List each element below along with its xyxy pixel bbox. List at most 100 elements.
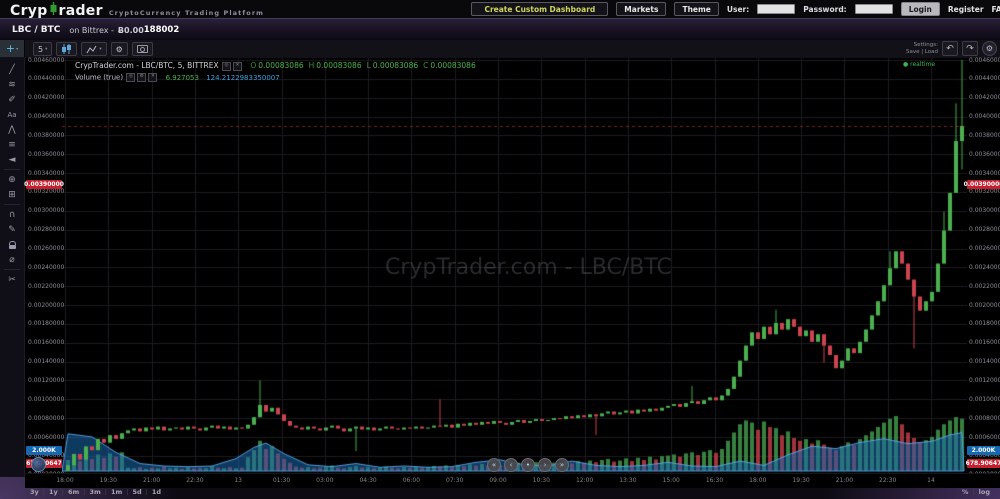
login-button[interactable]: Login	[901, 2, 940, 16]
separator: |	[146, 488, 148, 496]
separator: |	[126, 488, 128, 496]
camera-icon	[137, 45, 148, 53]
volume-value-blue: 124.2122983350007	[206, 74, 279, 82]
volume-scale-badge-right: 2.000K	[967, 446, 1000, 455]
channel-tool[interactable]: ≋	[0, 77, 24, 92]
cryptrader-logo-watermark	[31, 457, 46, 472]
time-tick: 14	[927, 477, 935, 484]
preset-3m[interactable]: 3m	[89, 488, 100, 496]
chart-nav-buttons: «‹•›»	[487, 458, 569, 472]
markets-button[interactable]: Markets	[616, 2, 666, 16]
cryptrader-logo[interactable]: Cryp rader CryptoCurrency Trading Platfo…	[10, 0, 264, 19]
toolbar-divider	[4, 269, 20, 270]
undo-button[interactable]: ↶	[942, 41, 958, 56]
preset-1d[interactable]: 1d	[152, 488, 161, 496]
chart-nav-button[interactable]: «	[487, 458, 501, 472]
zoom-in-tool[interactable]: ⊕	[0, 172, 24, 187]
arrow-marks-tool[interactable]: ◄	[0, 152, 24, 167]
time-tick: 18:00	[749, 477, 766, 484]
bottom-bar: 3y|1y|6m|3m|1m|5d|1d %|log	[0, 487, 1000, 499]
preset-3y[interactable]: 3y	[30, 488, 39, 496]
legend-title-row: CrypTrader.com - LBC/BTC, 5, BITTREX ◎✕ …	[75, 61, 476, 71]
price-tick: 0.00060000	[28, 434, 64, 441]
price-tick: 0.00080000	[28, 415, 64, 422]
scale-mode-log[interactable]: log	[979, 488, 990, 496]
line-style-dropdown[interactable]: ▾	[81, 42, 106, 56]
register-link[interactable]: Register	[948, 5, 984, 14]
top-header: Cryp rader CryptoCurrency Trading Platfo…	[0, 0, 1000, 19]
crosshair-tool-button[interactable]: +▾	[0, 40, 25, 57]
volume-legend-button[interactable]: ◎	[126, 73, 135, 82]
pattern-tool[interactable]: ⋀	[0, 122, 24, 137]
legend-title: CrypTrader.com - LBC/BTC, 5, BITTREX	[75, 61, 219, 70]
trend-line-tool[interactable]: ╱	[0, 62, 24, 77]
preset-6m[interactable]: 6m	[68, 488, 79, 496]
chart-nav-button[interactable]: ‹	[504, 458, 518, 472]
settings-save-load[interactable]: Settings: Save | Load	[906, 42, 938, 56]
user-input[interactable]	[757, 4, 795, 14]
price-tick: 0.00360000	[28, 151, 64, 158]
preset-1m[interactable]: 1m	[111, 488, 122, 496]
price-tick: 0.00380000	[28, 132, 64, 139]
symbol-price-value: 188002	[144, 25, 180, 35]
legend-close-button[interactable]: ✕	[233, 62, 242, 71]
password-input[interactable]	[855, 4, 893, 14]
prediction-tool[interactable]: ≡	[0, 137, 24, 152]
chart-settings-button[interactable]: ⚙	[111, 42, 128, 56]
realtime-indicator[interactable]: ● realtime	[903, 61, 935, 68]
volume-legend-button[interactable]: ✕	[148, 73, 157, 82]
candlestick-style-button[interactable]	[56, 42, 77, 56]
preset-5d[interactable]: 5d	[132, 488, 141, 496]
scale-mode-%[interactable]: %	[962, 488, 969, 496]
magnet-tool[interactable]: ∩	[0, 207, 24, 222]
price-tick: 0.00180000	[28, 320, 64, 327]
price-tick: 0.00300000	[969, 207, 1000, 214]
snapshot-camera-button[interactable]	[132, 42, 153, 56]
scale-mode-switch: %|log	[962, 488, 990, 496]
price-tick: 0.00140000	[28, 358, 64, 365]
logo-candle-icon	[49, 0, 58, 19]
chart-panel: 0.004600000.004400000.004200000.00400000…	[25, 58, 1000, 473]
preset-1y[interactable]: 1y	[49, 488, 58, 496]
chart-nav-button[interactable]: ›	[538, 458, 552, 472]
hide-drawings-tool[interactable]: ⌀	[0, 252, 24, 267]
price-tick: 0.00140000	[969, 358, 1000, 365]
ohlc-value: 0.00083086	[373, 61, 418, 70]
volume-legend-button[interactable]: ⚙	[137, 73, 146, 82]
text-tool[interactable]: Aa	[0, 107, 24, 122]
create-dashboard-button[interactable]: Create Custom Dashboard	[471, 2, 608, 16]
brush-tool[interactable]: ✐	[0, 92, 24, 107]
time-tick: 21:00	[836, 477, 853, 484]
drawing-tools-sidebar: ╱≋✐Aa⋀≡◄ ⊕⊞ ∩✎ ⌀ ✂	[0, 58, 25, 477]
price-tick: 0.00300000	[28, 207, 64, 214]
user-label: User:	[727, 5, 749, 14]
time-axis[interactable]: 18:0019:3021:0022:301301:3003:0004:3006:…	[25, 473, 1000, 488]
last-price-badge-left: 0.00390000	[26, 180, 62, 189]
price-tick: 0.00200000	[969, 302, 1000, 309]
remove-drawings-tool[interactable]: ✂	[0, 272, 24, 287]
lock-tool[interactable]	[0, 237, 24, 252]
drawing-mode-tool[interactable]: ✎	[0, 222, 24, 237]
panel-settings-button[interactable]: ⚙	[982, 41, 997, 56]
logo-tagline: CryptoCurrency Trading Platform	[109, 9, 264, 17]
chart-nav-button[interactable]: •	[521, 458, 535, 472]
price-tick: 0.00080000	[969, 415, 1000, 422]
theme-button[interactable]: Theme	[674, 2, 718, 16]
redo-button[interactable]: ↷	[962, 41, 978, 56]
faq-link[interactable]: FAQ	[992, 5, 1000, 14]
interval-dropdown[interactable]: 5▾	[33, 42, 52, 56]
time-tick: 09:00	[489, 477, 506, 484]
cryptrader-app: Cryp rader CryptoCurrency Trading Platfo…	[0, 0, 1000, 499]
legend-hide-button[interactable]: ◎	[222, 62, 231, 71]
ohlc-values: O0.00083086H0.00083086L0.00083086C0.0008…	[245, 61, 475, 70]
header-actions: Create Custom Dashboard Markets Theme Us…	[471, 2, 1000, 16]
volume-indicator-buttons: ◎⚙✕	[125, 74, 158, 82]
chart-nav-button[interactable]: »	[555, 458, 569, 472]
chart-watermark: CrypTrader.com - LBC/BTC	[385, 255, 672, 280]
time-tick: 12:00	[576, 477, 593, 484]
ohlc-key: L	[367, 61, 371, 70]
logo-text-cryp: Cryp	[10, 3, 48, 19]
measure-tool[interactable]: ⊞	[0, 187, 24, 202]
price-tick: 0.00420000	[28, 94, 64, 101]
chart-toolbar-buttons: 5▾ ▾ ⚙	[33, 42, 153, 56]
